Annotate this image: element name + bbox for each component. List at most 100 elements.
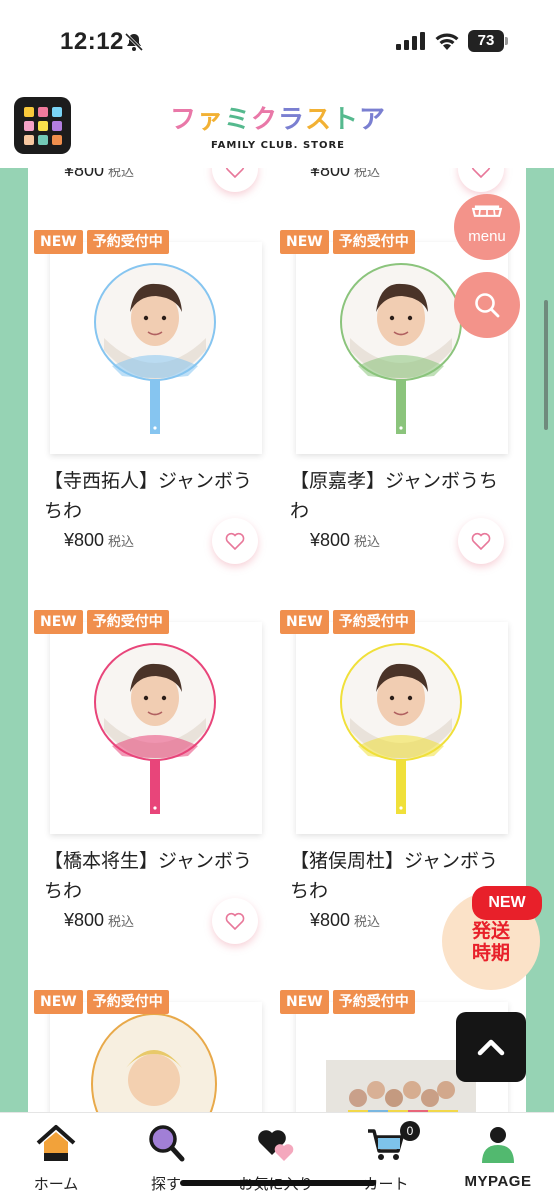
- grid-tile: [37, 120, 48, 131]
- logo-wordmark: ファミクラストア: [168, 104, 388, 136]
- shipping-schedule-button[interactable]: NEW 発送時期: [442, 886, 542, 990]
- search-icon: [475, 293, 500, 318]
- status-bar: 12:12 73: [0, 0, 554, 82]
- logo-char: ア: [359, 105, 387, 135]
- badge-group: NEW 予約受付中: [280, 990, 415, 1014]
- new-badge: NEW: [34, 990, 83, 1014]
- home-indicator: [180, 1180, 376, 1186]
- grid-tile: [51, 134, 62, 145]
- product-image: [296, 622, 508, 834]
- uchiwa-image: [340, 263, 462, 434]
- grid-tile: [37, 106, 48, 117]
- product-price: ¥800 税込: [64, 530, 135, 550]
- product-image: [50, 1002, 262, 1118]
- tab-mypage[interactable]: MYPAGE: [448, 1123, 548, 1193]
- search-button[interactable]: [454, 272, 520, 338]
- shipping-label: 発送時期: [471, 920, 510, 964]
- bell-slash-icon: [124, 32, 144, 52]
- product-card[interactable]: NEW 予約受付中【寺西拓人】ジャンボうちわ ¥800 税込: [34, 230, 264, 605]
- logo-char: ラ: [278, 105, 306, 135]
- new-badge: NEW: [34, 230, 83, 254]
- prev-left-favorite-button[interactable]: [212, 168, 258, 192]
- heart-icon: [471, 168, 491, 178]
- heart-icon: [471, 532, 491, 550]
- scroll-to-top-button[interactable]: [456, 1012, 526, 1082]
- status-time: 12:12: [60, 28, 124, 55]
- scroll-indicator: [544, 300, 548, 430]
- battery-level: 73: [468, 30, 504, 52]
- product-grid: ¥800 税込 ¥800 税込 NEW 予約受付中 【寺西拓人】ジャンボうちわ ¥800 税…: [28, 168, 526, 1118]
- grid-tile: [37, 134, 48, 145]
- new-badge: NEW: [280, 990, 329, 1014]
- logo-char: ス: [305, 105, 333, 135]
- store-logo[interactable]: ファミクラストア FAMILY CLUB. STORE: [168, 104, 388, 160]
- grid-tile: [51, 120, 62, 131]
- grid-tile: [23, 120, 34, 131]
- badge-group: NEW 予約受付中: [34, 990, 169, 1014]
- tab-mypage-label: MYPAGE: [464, 1173, 532, 1190]
- product-price: ¥800 税込: [310, 530, 381, 550]
- prev-right-price: ¥800 税込: [310, 168, 381, 180]
- cart-count-badge: 0: [400, 1121, 420, 1141]
- product-image: [50, 242, 262, 454]
- heart-icon: [225, 168, 245, 178]
- product-name[interactable]: 【原嘉孝】ジャンボうちわ: [290, 466, 500, 526]
- logo-char: ト: [332, 105, 360, 135]
- tab-home-label: ホーム: [33, 1175, 79, 1193]
- right-side-band: [526, 168, 554, 1118]
- menu-label: menu: [468, 228, 506, 245]
- preorder-badge: 予約受付中: [332, 230, 415, 254]
- preorder-badge: 予約受付中: [86, 230, 169, 254]
- uchiwa-image: [340, 643, 462, 814]
- battery-icon: 73: [468, 30, 508, 52]
- favorite-button[interactable]: [458, 518, 504, 564]
- product-price: ¥800 税込: [64, 910, 135, 930]
- grid-tile: [51, 106, 62, 117]
- user-icon: [482, 1127, 514, 1163]
- badge-group: NEW 予約受付中: [280, 610, 415, 634]
- badge-group: NEW 予約受付中: [280, 230, 415, 254]
- uchiwa-image: [91, 1013, 217, 1118]
- logo-subtitle: FAMILY CLUB. STORE: [210, 140, 346, 151]
- uchiwa-image: [94, 263, 216, 434]
- left-side-band: [0, 168, 28, 1118]
- logo-char: フ: [169, 105, 197, 135]
- app-grid-menu-button[interactable]: [14, 97, 71, 154]
- new-badge: NEW: [34, 610, 83, 634]
- chevron-up-icon: [477, 1039, 505, 1056]
- grid-tile: [23, 134, 34, 145]
- product-name[interactable]: 【橋本将生】ジャンボうちわ: [44, 846, 254, 906]
- new-badge: NEW: [280, 610, 329, 634]
- prev-left-price: ¥800 税込: [64, 168, 135, 180]
- home-icon: [36, 1125, 76, 1161]
- product-card[interactable]: NEW 予約受付中【橋本将生】ジャンボうちわ ¥800 税込: [34, 610, 264, 985]
- product-name[interactable]: 【寺西拓人】ジャンボうちわ: [44, 466, 254, 526]
- product-card-partial[interactable]: NEW 予約受付中: [34, 990, 264, 1118]
- logo-char: ク: [250, 105, 278, 135]
- magnifier-icon: [149, 1125, 185, 1162]
- signal-icon: [396, 32, 425, 50]
- shipping-new-badge: NEW: [472, 886, 542, 920]
- menu-button[interactable]: menu: [454, 194, 520, 260]
- app-header: ファミクラストア FAMILY CLUB. STORE: [0, 82, 554, 168]
- badge-group: NEW 予約受付中: [34, 610, 169, 634]
- prev-right-favorite-button[interactable]: [458, 168, 504, 192]
- shop-awning-icon: [471, 205, 503, 217]
- bottom-tab-bar: ホーム 探す お気に入り 0 カート MYPAGE: [0, 1112, 554, 1200]
- badge-group: NEW 予約受付中: [34, 230, 169, 254]
- new-badge: NEW: [280, 230, 329, 254]
- uchiwa-image: [94, 643, 216, 814]
- preorder-badge: 予約受付中: [86, 610, 169, 634]
- logo-char: ァ: [196, 105, 224, 135]
- grid-tile: [23, 106, 34, 117]
- product-image: [50, 622, 262, 834]
- product-price: ¥800 税込: [310, 910, 381, 930]
- logo-char: ミ: [223, 105, 251, 135]
- favorite-button[interactable]: [212, 898, 258, 944]
- favorite-button[interactable]: [212, 518, 258, 564]
- preorder-badge: 予約受付中: [332, 990, 415, 1014]
- hearts-icon: [258, 1130, 294, 1161]
- tab-home[interactable]: ホーム: [6, 1123, 106, 1193]
- heart-icon: [225, 532, 245, 550]
- preorder-badge: 予約受付中: [86, 990, 169, 1014]
